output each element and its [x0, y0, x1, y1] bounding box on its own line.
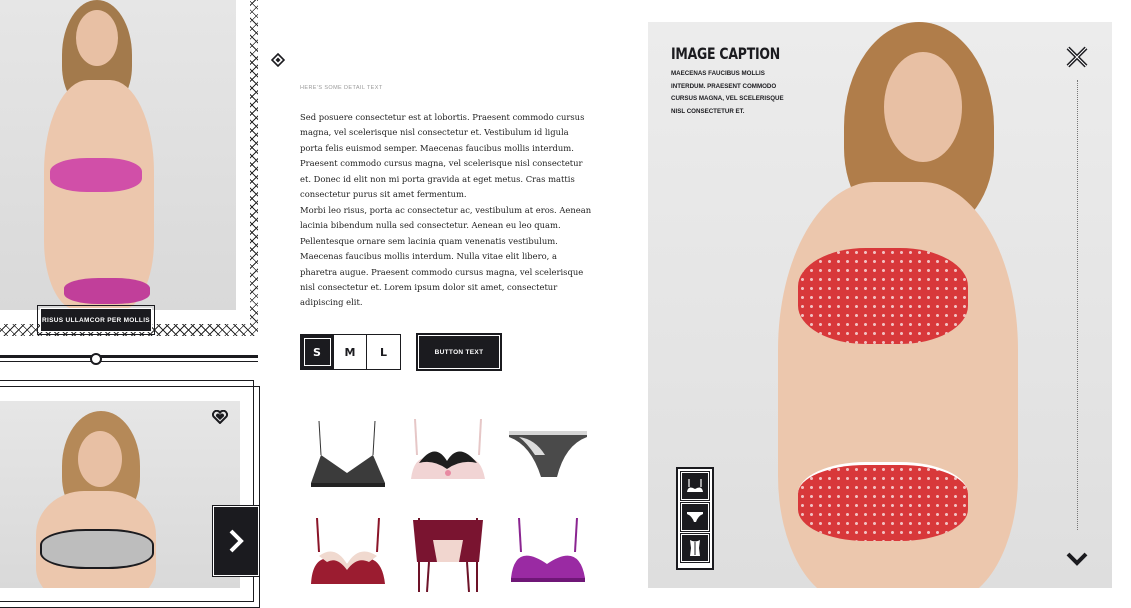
bra-icon — [687, 479, 703, 492]
category-tab-bras[interactable] — [680, 471, 710, 501]
briefs-icon — [687, 512, 703, 522]
next-slide-button[interactable] — [212, 505, 260, 577]
detail-eyebrow: HERE'S SOME DETAIL TEXT — [300, 85, 383, 91]
chevron-right-icon — [229, 529, 244, 553]
diamond-icon — [270, 52, 286, 68]
pink-bra — [50, 158, 142, 192]
product-thumb-purple-bra[interactable] — [505, 512, 591, 592]
category-tabs — [676, 467, 714, 570]
bottom-model-photo[interactable] — [0, 401, 240, 588]
product-thumb-black-bralette[interactable] — [305, 415, 391, 495]
bra-icon — [511, 517, 585, 582]
carousel-knob[interactable] — [90, 353, 102, 365]
section-marker — [270, 52, 286, 68]
briefs-icon — [509, 431, 587, 477]
bra-icon — [411, 418, 485, 479]
size-option-l[interactable]: L — [367, 335, 400, 369]
carousel-track — [0, 355, 258, 358]
hero-caption-line: MAECENAS FAUCIBUS MOLLIS — [671, 70, 765, 77]
scroll-rail — [1077, 80, 1078, 530]
size-option-m[interactable]: M — [334, 335, 367, 369]
chevron-down-icon — [1066, 552, 1088, 566]
description-paragraph-2: Morbi leo risus, porta ac consectetur ac… — [300, 205, 592, 308]
hero-caption-text: MAECENAS FAUCIBUS MOLLIS INTERDUM. PRAES… — [671, 68, 841, 118]
red-polka-briefs — [798, 462, 968, 541]
scroll-down-button[interactable] — [1066, 550, 1088, 568]
bra-icon — [311, 517, 385, 584]
model-face — [76, 10, 118, 66]
size-selector: S M L — [300, 334, 401, 370]
carousel-track-thin — [0, 361, 258, 362]
model-face — [884, 52, 962, 162]
pink-briefs — [64, 278, 150, 304]
product-thumb-garter-belt[interactable] — [405, 512, 491, 593]
category-tab-corsets[interactable] — [680, 533, 710, 563]
product-thumb-grey-briefs[interactable] — [505, 415, 591, 495]
category-tab-briefs[interactable] — [680, 502, 710, 532]
favorite-button[interactable] — [210, 408, 230, 426]
hero-caption-line: CURSUS MAGNA, VEL SCELERISQUE — [671, 95, 784, 103]
close-icon — [1066, 46, 1088, 68]
model-torso — [44, 80, 154, 310]
description-paragraph-1: Sed posuere consectetur est at lobortis.… — [300, 112, 585, 200]
corset-icon — [413, 518, 483, 593]
primary-button[interactable]: BUTTON TEXT — [416, 333, 502, 371]
size-option-s[interactable]: S — [301, 335, 334, 369]
grey-bra — [40, 529, 154, 569]
hero-caption-line: NISL CONSECTETUR ET. — [671, 107, 745, 115]
corset-icon — [690, 540, 700, 556]
model-face — [78, 431, 122, 487]
hero-caption-line: INTERDUM. PRAESENT COMMODO — [671, 82, 777, 90]
product-thumb-burgundy-bra[interactable] — [305, 512, 391, 592]
product-thumb-pink-black-bra[interactable] — [405, 415, 491, 495]
hero-caption-title: IMAGE CAPTION — [671, 44, 780, 63]
close-button[interactable] — [1064, 44, 1090, 70]
top-model-photo[interactable] — [0, 0, 236, 310]
top-photo-caption: RISUS ULLAMCOR PER MOLLIS — [37, 305, 155, 335]
red-polka-bra — [798, 248, 968, 344]
heart-icon — [212, 410, 228, 424]
bra-icon — [311, 420, 385, 487]
